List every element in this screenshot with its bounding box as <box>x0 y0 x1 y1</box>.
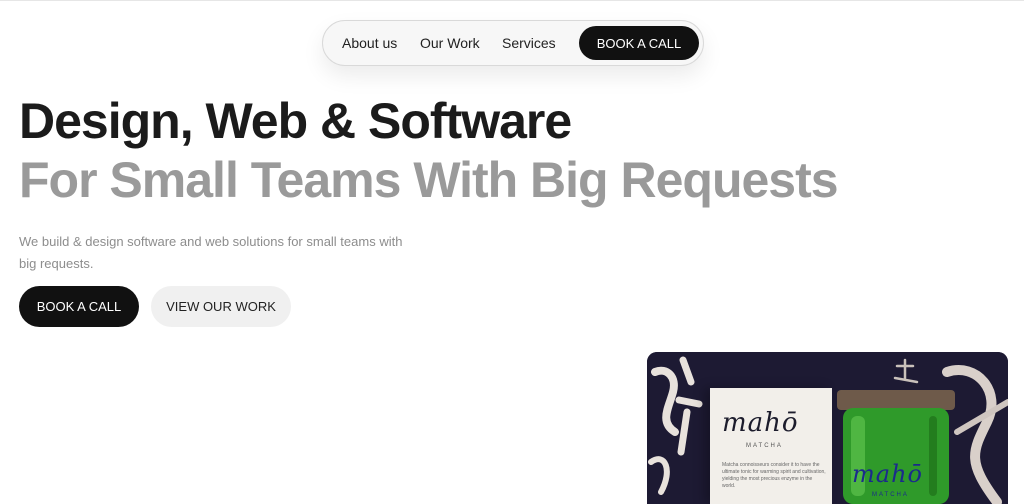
product-showcase-image: mahō MATCHA Matcha connoisseurs consider… <box>647 352 1008 504</box>
jar-logo: mahō <box>852 460 923 488</box>
box-body-text: Matcha connoisseurs consider it to have … <box>722 462 826 489</box>
nav-link-services[interactable]: Services <box>502 35 556 51</box>
top-nav: About us Our Work Services BOOK A CALL <box>322 20 704 66</box>
box-logo: mahō <box>722 408 799 438</box>
book-call-button[interactable]: BOOK A CALL <box>19 286 139 327</box>
top-divider <box>0 0 1024 1</box>
view-work-button[interactable]: VIEW OUR WORK <box>151 286 291 327</box>
box-subtitle: MATCHA <box>746 443 783 449</box>
product-box: mahō MATCHA Matcha connoisseurs consider… <box>710 388 832 504</box>
nav-link-our-work[interactable]: Our Work <box>420 35 480 51</box>
hero-title-line2: For Small Teams With Big Requests <box>19 152 839 208</box>
nav-book-call-button[interactable]: BOOK A CALL <box>579 26 699 60</box>
hero-description: We build & design software and web solut… <box>19 234 403 271</box>
jar-subtitle: MATCHA <box>872 492 909 498</box>
hero-title-line1: Design, Web & Software <box>19 93 572 149</box>
nav-link-about[interactable]: About us <box>342 35 397 51</box>
